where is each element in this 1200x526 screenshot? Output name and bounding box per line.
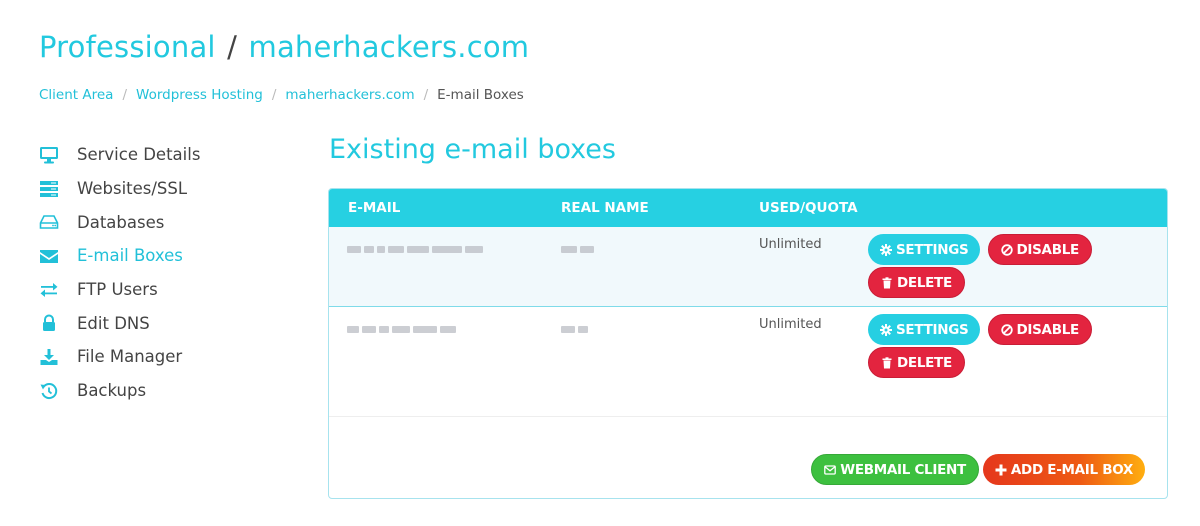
sidebar-item-label: Backups [77, 381, 147, 401]
sidebar-item-label: E-mail Boxes [77, 246, 183, 266]
plus-icon [995, 464, 1007, 475]
lock-icon [38, 314, 60, 332]
disable-label: DISABLE [1016, 321, 1080, 338]
breadcrumb-separator: / [271, 87, 277, 103]
table-row: Unlimited SETTINGS DISABLE DELETE [329, 227, 1167, 307]
hdd-icon [38, 213, 60, 231]
disable-button[interactable]: DISABLE [987, 234, 1092, 265]
monitor-icon [38, 146, 60, 164]
settings-label: SETTINGS [896, 241, 969, 258]
sidebar-item-edit-dns[interactable]: Edit DNS [38, 306, 288, 340]
delete-label: DELETE [897, 274, 952, 291]
table-footer-actions: WEBMAIL CLIENT ADD E-MAIL BOX [811, 454, 1147, 487]
column-header-real-name: REAL NAME [561, 200, 649, 216]
breadcrumb-separator: / [122, 87, 128, 103]
table-row: Unlimited SETTINGS DISABLE DELETE [329, 307, 1167, 417]
sidebar-item-service-details[interactable]: Service Details [38, 138, 288, 172]
breadcrumb-domain[interactable]: maherhackers.com [285, 87, 414, 103]
sidebar-item-file-manager[interactable]: File Manager [38, 340, 288, 374]
server-icon [38, 180, 60, 198]
table-header: E-MAIL REAL NAME USED/QUOTA [329, 189, 1167, 227]
webmail-client-label: WEBMAIL CLIENT [840, 461, 966, 478]
trash-icon [882, 356, 892, 368]
gear-icon [880, 323, 892, 336]
webmail-client-button[interactable]: WEBMAIL CLIENT [811, 454, 979, 485]
column-header-email: E-MAIL [348, 200, 401, 216]
delete-label: DELETE [897, 354, 952, 371]
row-actions: SETTINGS DISABLE DELETE [868, 234, 1108, 300]
column-header-used-quota: USED/QUOTA [759, 200, 858, 216]
breadcrumb-client-area[interactable]: Client Area [39, 87, 113, 103]
plan-name: Professional [39, 30, 216, 64]
breadcrumb-wordpress-hosting[interactable]: Wordpress Hosting [136, 87, 263, 103]
email-cell-obscured [347, 239, 547, 253]
settings-label: SETTINGS [896, 321, 969, 338]
delete-button[interactable]: DELETE [868, 267, 965, 298]
breadcrumb-separator: / [423, 87, 429, 103]
sidebar-item-databases[interactable]: Databases [38, 205, 288, 239]
title-separator: / [227, 30, 238, 64]
sidebar-item-label: Databases [77, 212, 165, 232]
gear-icon [880, 243, 892, 256]
sidebar-item-label: Service Details [77, 145, 201, 165]
ban-icon [1000, 243, 1013, 256]
envelope-icon [38, 247, 60, 265]
settings-button[interactable]: SETTINGS [868, 234, 981, 265]
quota-value: Unlimited [759, 317, 822, 332]
disable-label: DISABLE [1016, 241, 1080, 258]
add-email-box-label: ADD E-MAIL BOX [1010, 461, 1133, 478]
breadcrumb-current: E-mail Boxes [437, 87, 524, 103]
sidebar-item-label: Websites/SSL [77, 179, 188, 199]
envelope-outline-icon [824, 464, 837, 475]
disable-button[interactable]: DISABLE [987, 314, 1092, 345]
exchange-icon [38, 281, 60, 299]
row-actions: SETTINGS DISABLE DELETE [868, 314, 1108, 380]
sidebar-item-label: Edit DNS [77, 313, 150, 333]
sidebar-item-websites-ssl[interactable]: Websites/SSL [38, 172, 288, 206]
sidebar-item-email-boxes[interactable]: E-mail Boxes [38, 239, 288, 273]
history-icon [38, 382, 60, 400]
download-icon [38, 348, 60, 366]
sidebar: Service Details Websites/SSL Databases E… [38, 138, 288, 408]
domain-name: maherhackers.com [248, 30, 530, 64]
sidebar-item-ftp-users[interactable]: FTP Users [38, 273, 288, 307]
delete-button[interactable]: DELETE [868, 347, 965, 378]
trash-icon [882, 276, 892, 288]
settings-button[interactable]: SETTINGS [868, 314, 981, 345]
breadcrumb: Client Area / Wordpress Hosting / maherh… [39, 87, 524, 103]
quota-value: Unlimited [759, 237, 822, 252]
sidebar-item-label: File Manager [77, 347, 183, 367]
email-cell-obscured [347, 319, 547, 333]
sidebar-item-backups[interactable]: Backups [38, 374, 288, 408]
page-title: Professional / maherhackers.com [39, 30, 529, 64]
sidebar-item-label: FTP Users [77, 280, 158, 300]
ban-icon [1000, 323, 1013, 336]
section-title: Existing e-mail boxes [329, 134, 616, 165]
email-boxes-table: E-MAIL REAL NAME USED/QUOTA Unlimited SE… [328, 188, 1168, 499]
add-email-box-button[interactable]: ADD E-MAIL BOX [982, 454, 1145, 485]
real-name-cell-obscured [561, 239, 621, 253]
real-name-cell-obscured [561, 319, 621, 333]
